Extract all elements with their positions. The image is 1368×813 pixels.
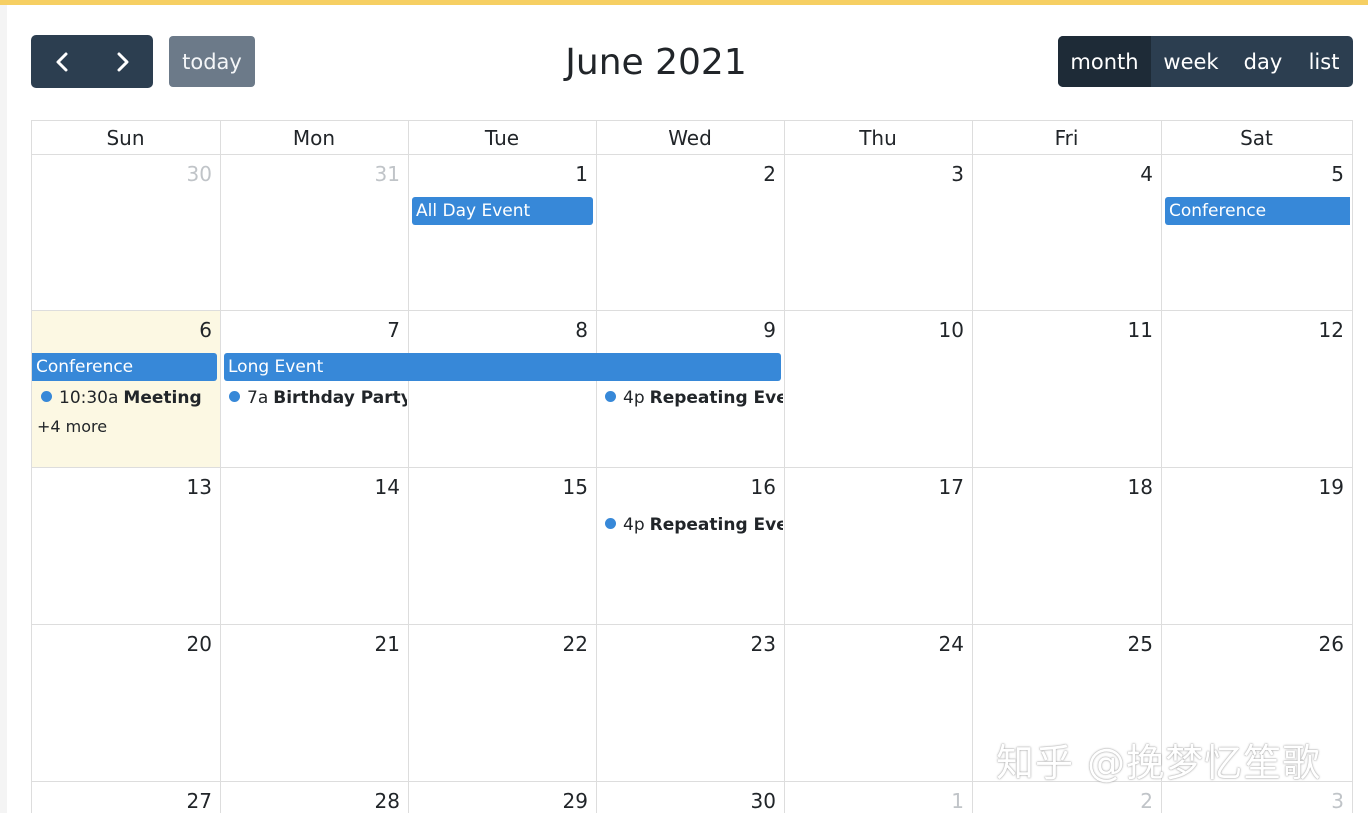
left-edge-strip	[0, 5, 7, 813]
day-number[interactable]: 29	[408, 789, 588, 813]
day-number[interactable]: 1	[784, 789, 964, 813]
day-number[interactable]: 30	[596, 789, 776, 813]
view-switcher: month week day list	[1058, 36, 1353, 87]
event-all-day[interactable]: All Day Event	[412, 197, 593, 225]
week-view-button[interactable]: week	[1151, 36, 1231, 87]
day-number[interactable]: 4	[972, 162, 1153, 186]
event-repeating-2[interactable]: 4pRepeating Event	[605, 512, 783, 538]
event-title: Repeating Event	[649, 388, 783, 408]
day-number[interactable]: 14	[220, 475, 400, 499]
event-dot-icon	[41, 390, 52, 402]
prev-button[interactable]	[31, 35, 92, 88]
day-number[interactable]: 2	[972, 789, 1153, 813]
day-number[interactable]: 28	[220, 789, 400, 813]
day-number[interactable]: 9	[596, 318, 776, 342]
day-number[interactable]: 16	[596, 475, 776, 499]
day-number[interactable]: 6	[31, 318, 212, 342]
day-number[interactable]: 22	[408, 632, 588, 656]
more-events-link[interactable]: +4 more	[37, 417, 107, 436]
weekday-header-tue: Tue	[484, 126, 520, 150]
day-number[interactable]: 10	[784, 318, 964, 342]
day-number[interactable]: 8	[408, 318, 588, 342]
weekday-header-sat: Sat	[1240, 126, 1273, 150]
grid-hline	[31, 624, 1353, 625]
weekday-header-sun: Sun	[106, 126, 145, 150]
month-view-button[interactable]: month	[1058, 36, 1151, 87]
day-number[interactable]: 7	[220, 318, 400, 342]
event-birthday-party[interactable]: 7a Birthday Party	[229, 385, 407, 411]
weekday-header-thu: Thu	[859, 126, 897, 150]
event-meeting[interactable]: 10:30a Meeting	[41, 385, 219, 411]
grid-hline	[31, 467, 1353, 468]
day-number[interactable]: 25	[972, 632, 1153, 656]
day-number[interactable]: 1	[408, 162, 588, 186]
top-accent-bar	[0, 0, 1368, 5]
day-number[interactable]: 15	[408, 475, 588, 499]
day-number[interactable]: 27	[31, 789, 212, 813]
event-conference-week1[interactable]: Conference	[1165, 197, 1350, 225]
event-time: 4p	[623, 515, 645, 535]
day-number[interactable]: 31	[220, 162, 400, 186]
day-number[interactable]: 17	[784, 475, 964, 499]
day-number[interactable]: 20	[31, 632, 212, 656]
event-time: 7a	[247, 388, 269, 408]
event-title: Repeating Event	[649, 515, 783, 535]
prev-next-button-group	[31, 35, 153, 88]
day-number[interactable]: 23	[596, 632, 776, 656]
event-repeating-1[interactable]: 4pRepeating Event	[605, 385, 783, 411]
event-title: Meeting	[123, 388, 202, 408]
day-number[interactable]: 19	[1161, 475, 1344, 499]
chevron-right-icon	[117, 52, 128, 71]
weekday-header-wed: Wed	[668, 126, 712, 150]
weekday-header-mon: Mon	[292, 126, 336, 150]
next-button[interactable]	[92, 35, 153, 88]
day-number[interactable]: 21	[220, 632, 400, 656]
day-number[interactable]: 26	[1161, 632, 1344, 656]
weekday-header-fri: Fri	[1054, 126, 1079, 150]
weekday-header-row: Sun Mon Tue Wed Thu Fri Sat	[31, 120, 1353, 155]
event-dot-icon	[605, 517, 616, 529]
chevron-left-icon	[56, 52, 67, 71]
day-number[interactable]: 24	[784, 632, 964, 656]
today-button[interactable]: today	[169, 36, 255, 87]
watermark: 知乎 @挽梦忆笙歌	[996, 741, 1322, 785]
day-number[interactable]: 5	[1161, 162, 1344, 186]
day-view-button[interactable]: day	[1231, 36, 1295, 87]
day-number[interactable]: 30	[31, 162, 212, 186]
event-title: Birthday Party	[273, 388, 407, 408]
day-number[interactable]: 12	[1161, 318, 1344, 342]
day-number[interactable]: 2	[596, 162, 776, 186]
grid-hline	[31, 310, 1353, 311]
event-time: 10:30a	[59, 388, 119, 408]
day-number[interactable]: 3	[784, 162, 964, 186]
day-number[interactable]: 3	[1161, 789, 1344, 813]
event-dot-icon	[605, 390, 616, 402]
list-view-button[interactable]: list	[1295, 36, 1353, 87]
day-number[interactable]: 13	[31, 475, 212, 499]
day-number[interactable]: 11	[972, 318, 1153, 342]
event-time: 4p	[623, 388, 645, 408]
event-dot-icon	[229, 390, 240, 402]
grid-hline	[31, 154, 1353, 155]
event-conference-week2[interactable]: Conference	[32, 353, 217, 381]
day-number[interactable]: 18	[972, 475, 1153, 499]
calendar-title: June 2021	[565, 42, 747, 83]
event-long-event[interactable]: Long Event	[224, 353, 781, 381]
month-grid: Sun Mon Tue Wed Thu Fri Sat 30 31 1 2 3 4 5 6 7 8 9 10 11 1…	[31, 120, 1353, 813]
